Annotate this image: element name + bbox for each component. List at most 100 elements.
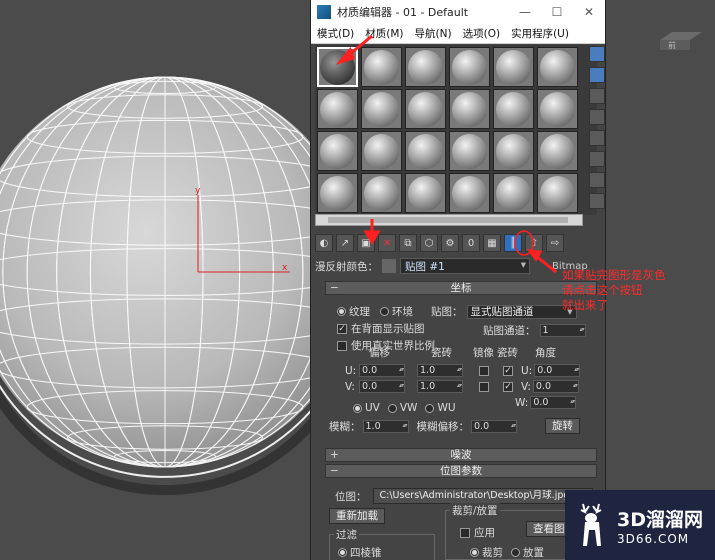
menu-options[interactable]: 选项(O) — [457, 26, 505, 41]
u-tiling-spinner[interactable]: 1.0 — [417, 364, 463, 377]
u-offset-spinner[interactable]: 0.0 — [359, 364, 405, 377]
material-sample-slot[interactable] — [317, 47, 358, 87]
material-sample-slot[interactable] — [317, 131, 358, 171]
maximize-button[interactable]: ☐ — [541, 5, 573, 19]
material-sample-slot[interactable] — [449, 89, 490, 129]
material-sample-slot[interactable] — [317, 89, 358, 129]
material-sample-slot[interactable] — [361, 47, 402, 87]
material-sample-slot[interactable] — [493, 47, 534, 87]
get-material-icon[interactable]: ◐ — [315, 234, 333, 252]
app-icon — [317, 5, 331, 19]
uv-radio[interactable] — [353, 403, 362, 413]
map-name-select[interactable]: 贴图 #1 — [400, 258, 530, 274]
offset-header: 偏移 — [369, 346, 390, 359]
go-to-parent-icon[interactable]: ⇧ — [525, 234, 543, 252]
material-sample-slot[interactable] — [537, 173, 578, 213]
v-offset-spinner[interactable]: 0.0 — [359, 380, 405, 393]
material-id-icon[interactable]: 0 — [462, 234, 480, 252]
u-angle-spinner[interactable]: 0.0 — [534, 364, 581, 377]
minimize-button[interactable]: — — [509, 5, 541, 19]
crop-radio[interactable] — [470, 548, 479, 557]
v-tile-checkbox[interactable]: ✓ — [503, 381, 513, 392]
material-sample-slot[interactable] — [405, 47, 446, 87]
place-radio[interactable] — [511, 548, 520, 557]
put-to-library-icon[interactable]: ⚙ — [441, 234, 459, 252]
background-icon[interactable] — [589, 88, 605, 104]
apply-label: 应用 — [474, 527, 495, 539]
apply-checkbox[interactable] — [460, 527, 470, 538]
v-tiling-spinner[interactable]: 1.0 — [417, 380, 463, 393]
show-on-back-checkbox[interactable]: ✓ — [337, 323, 347, 334]
material-sample-slot[interactable] — [449, 47, 490, 87]
coordinates-rollout-header[interactable]: − 坐标 — [325, 281, 597, 295]
material-sample-slot[interactable] — [361, 131, 402, 171]
material-sample-slot[interactable] — [405, 131, 446, 171]
assign-material-icon[interactable]: ▣ — [357, 234, 375, 252]
material-sample-slot[interactable] — [361, 89, 402, 129]
sample-type-icon[interactable] — [589, 46, 605, 62]
material-sample-slot[interactable] — [405, 173, 446, 213]
material-sample-slot[interactable] — [493, 131, 534, 171]
material-sample-slot[interactable] — [405, 89, 446, 129]
bitmap-path-button[interactable]: C:\Users\Administrator\Desktop\月球.jpg — [372, 488, 593, 504]
blur-offset-spinner[interactable]: 0.0 — [471, 419, 517, 433]
material-sample-slot[interactable] — [537, 131, 578, 171]
viewcube-badge[interactable]: 前 — [656, 28, 706, 50]
w-angle-spinner[interactable]: 0.0 — [530, 396, 577, 409]
menu-material[interactable]: 材质(M) — [359, 26, 408, 41]
reset-map-icon[interactable]: ✕ — [378, 234, 396, 252]
show-end-result-icon[interactable]: ║ — [504, 234, 522, 252]
uv-tiling-icon[interactable] — [589, 109, 605, 125]
rotate-button[interactable]: 旋转 — [545, 418, 580, 434]
close-button[interactable]: ✕ — [573, 5, 605, 19]
title-bar[interactable]: 材质编辑器 - 01 - Default — ☐ ✕ — [311, 0, 605, 24]
options-icon[interactable] — [589, 172, 605, 188]
bitmap-label: 位图： — [335, 490, 367, 503]
wu-radio[interactable] — [425, 403, 435, 413]
u-mirror-checkbox[interactable] — [479, 365, 489, 376]
pyramidal-radio[interactable] — [338, 548, 347, 557]
put-to-scene-icon[interactable]: ↗ — [336, 234, 354, 252]
make-copy-icon[interactable]: ⧉ — [399, 234, 417, 252]
material-sample-slot[interactable] — [537, 47, 578, 87]
go-forward-sibling-icon[interactable]: ⇨ — [546, 234, 564, 252]
sample-sphere — [320, 133, 355, 169]
make-unique-icon[interactable]: ⬡ — [420, 234, 438, 252]
material-sample-slot[interactable] — [317, 173, 358, 213]
material-sample-slot[interactable] — [361, 173, 402, 213]
menu-mode[interactable]: 模式(D) — [311, 26, 359, 41]
slot-horizontal-scrollbar[interactable] — [315, 214, 583, 226]
wu-label: WU — [437, 402, 456, 414]
u-label: U: — [345, 364, 357, 377]
texture-radio[interactable] — [337, 307, 346, 316]
noise-rollout-header[interactable]: + 噪波 — [325, 448, 597, 462]
v-mirror-checkbox[interactable] — [479, 381, 489, 392]
menu-navigation[interactable]: 导航(N) — [409, 26, 457, 41]
environment-radio[interactable] — [380, 307, 389, 316]
u-tile-checkbox[interactable]: ✓ — [503, 365, 513, 376]
material-sample-slot[interactable] — [449, 131, 490, 171]
filter-title: 过滤 — [334, 527, 359, 542]
vw-radio[interactable] — [387, 403, 397, 413]
real-world-checkbox[interactable] — [337, 340, 347, 351]
reload-button[interactable]: 重新加载 — [329, 508, 385, 524]
select-by-material-icon[interactable] — [589, 193, 605, 209]
material-sample-slot[interactable] — [449, 173, 490, 213]
video-color-check-icon[interactable] — [589, 130, 605, 146]
bitmap-params-rollout-header[interactable]: − 位图参数 — [325, 464, 597, 478]
map-channel-spinner[interactable]: 1 — [539, 324, 586, 337]
backlight-icon[interactable] — [589, 67, 605, 83]
material-sample-slot[interactable] — [493, 89, 534, 129]
make-preview-icon[interactable] — [589, 151, 605, 167]
menu-utilities[interactable]: 实用程序(U) — [505, 26, 574, 41]
mapping-select[interactable]: 显式贴图通道 — [466, 304, 577, 319]
eyedropper-icon[interactable] — [382, 259, 396, 273]
coordinates-panel: 纹理 环境 贴图： 显式贴图通道 ✓ 在背面显示贴图 贴图通道： 1 使用真实世… — [325, 296, 597, 446]
sample-sphere — [496, 91, 531, 127]
show-shaded-material-icon[interactable]: ▦ — [483, 234, 501, 252]
bitmap-params-panel: 位图： C:\Users\Administrator\Desktop\月球.jp… — [325, 480, 597, 560]
blur-spinner[interactable]: 1.0 — [362, 419, 409, 433]
material-sample-slot[interactable] — [537, 89, 578, 129]
material-sample-slot[interactable] — [493, 173, 534, 213]
v-angle-spinner[interactable]: 0.0 — [532, 380, 579, 393]
